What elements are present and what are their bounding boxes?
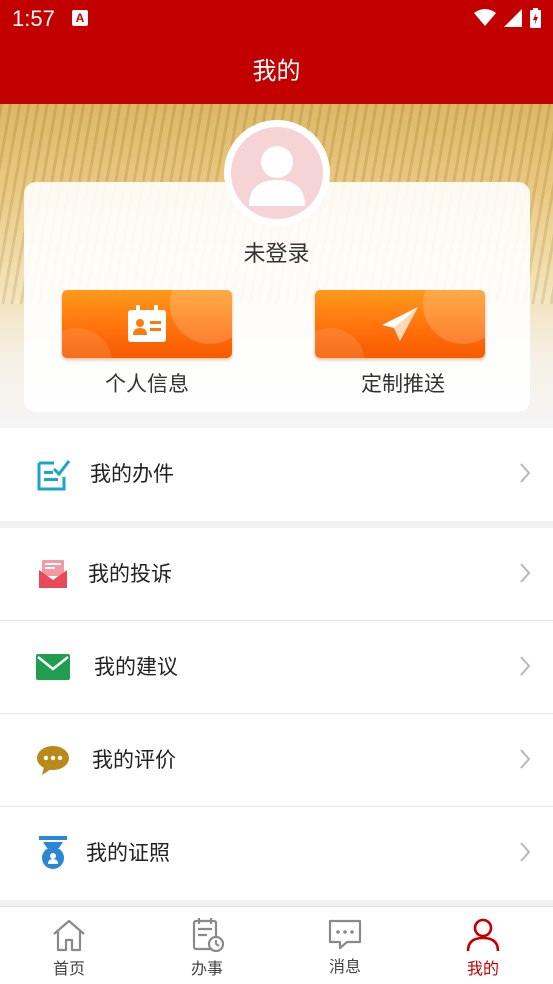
tab-label: 首页 bbox=[52, 959, 85, 978]
tab-messages[interactable]: 消息 bbox=[276, 907, 414, 984]
personal-info-button[interactable] bbox=[62, 290, 232, 358]
battery-icon bbox=[530, 8, 541, 28]
menu-item-label: 我的办件 bbox=[90, 462, 174, 486]
tab-label: 办事 bbox=[190, 959, 223, 978]
personal-info-label: 个人信息 bbox=[105, 372, 189, 396]
tab-mine[interactable]: 我的 bbox=[414, 907, 552, 984]
avatar[interactable] bbox=[224, 120, 330, 226]
menu-item-label: 我的证照 bbox=[86, 841, 170, 865]
envelope-icon bbox=[34, 649, 72, 685]
chevron-right-icon bbox=[520, 563, 531, 583]
chevron-right-icon bbox=[520, 656, 531, 676]
custom-push-button[interactable] bbox=[315, 290, 485, 358]
tab-label: 我的 bbox=[466, 959, 499, 978]
system-icons bbox=[474, 8, 541, 28]
tab-home[interactable]: 首页 bbox=[0, 907, 138, 984]
chevron-right-icon bbox=[520, 749, 531, 769]
login-status-text[interactable]: 未登录 bbox=[0, 236, 553, 268]
status-bar: 1:57 A bbox=[0, 0, 553, 38]
chevron-right-icon bbox=[520, 842, 531, 862]
menu-item-my-suggestions[interactable]: 我的建议 bbox=[0, 621, 553, 714]
calendar-clock-icon bbox=[192, 918, 225, 953]
chat-bubble-icon bbox=[34, 742, 72, 778]
default-avatar-icon bbox=[231, 127, 323, 219]
chevron-right-icon bbox=[520, 463, 531, 483]
home-icon bbox=[53, 919, 85, 952]
user-icon bbox=[466, 918, 500, 952]
menu-item-my-complaints[interactable]: 我的投诉 bbox=[0, 528, 553, 621]
menu-item-label: 我的建议 bbox=[94, 655, 178, 679]
paper-plane-icon bbox=[382, 307, 418, 341]
menu-item-my-cases[interactable]: 我的办件 bbox=[0, 428, 553, 521]
wifi-icon bbox=[474, 9, 496, 26]
tab-label: 消息 bbox=[328, 957, 361, 976]
custom-push-label: 定制推送 bbox=[361, 372, 445, 396]
edit-list-icon bbox=[34, 456, 72, 492]
id-card-icon bbox=[128, 305, 166, 342]
page-title: 我的 bbox=[0, 38, 553, 104]
status-time: 1:57 bbox=[12, 6, 55, 31]
bottom-tab-bar: 首页 办事 消息 我的 bbox=[0, 906, 553, 984]
certificate-icon bbox=[34, 835, 72, 871]
menu-item-my-reviews[interactable]: 我的评价 bbox=[0, 714, 553, 807]
message-icon bbox=[328, 919, 362, 950]
tab-services[interactable]: 办事 bbox=[138, 907, 276, 984]
notification-icon: A bbox=[72, 10, 88, 26]
menu-item-label: 我的评价 bbox=[92, 748, 176, 772]
menu-item-label: 我的投诉 bbox=[88, 562, 172, 586]
signal-icon bbox=[504, 9, 522, 27]
menu-item-my-licenses[interactable]: 我的证照 bbox=[0, 807, 553, 900]
complaint-mail-icon bbox=[34, 556, 72, 592]
